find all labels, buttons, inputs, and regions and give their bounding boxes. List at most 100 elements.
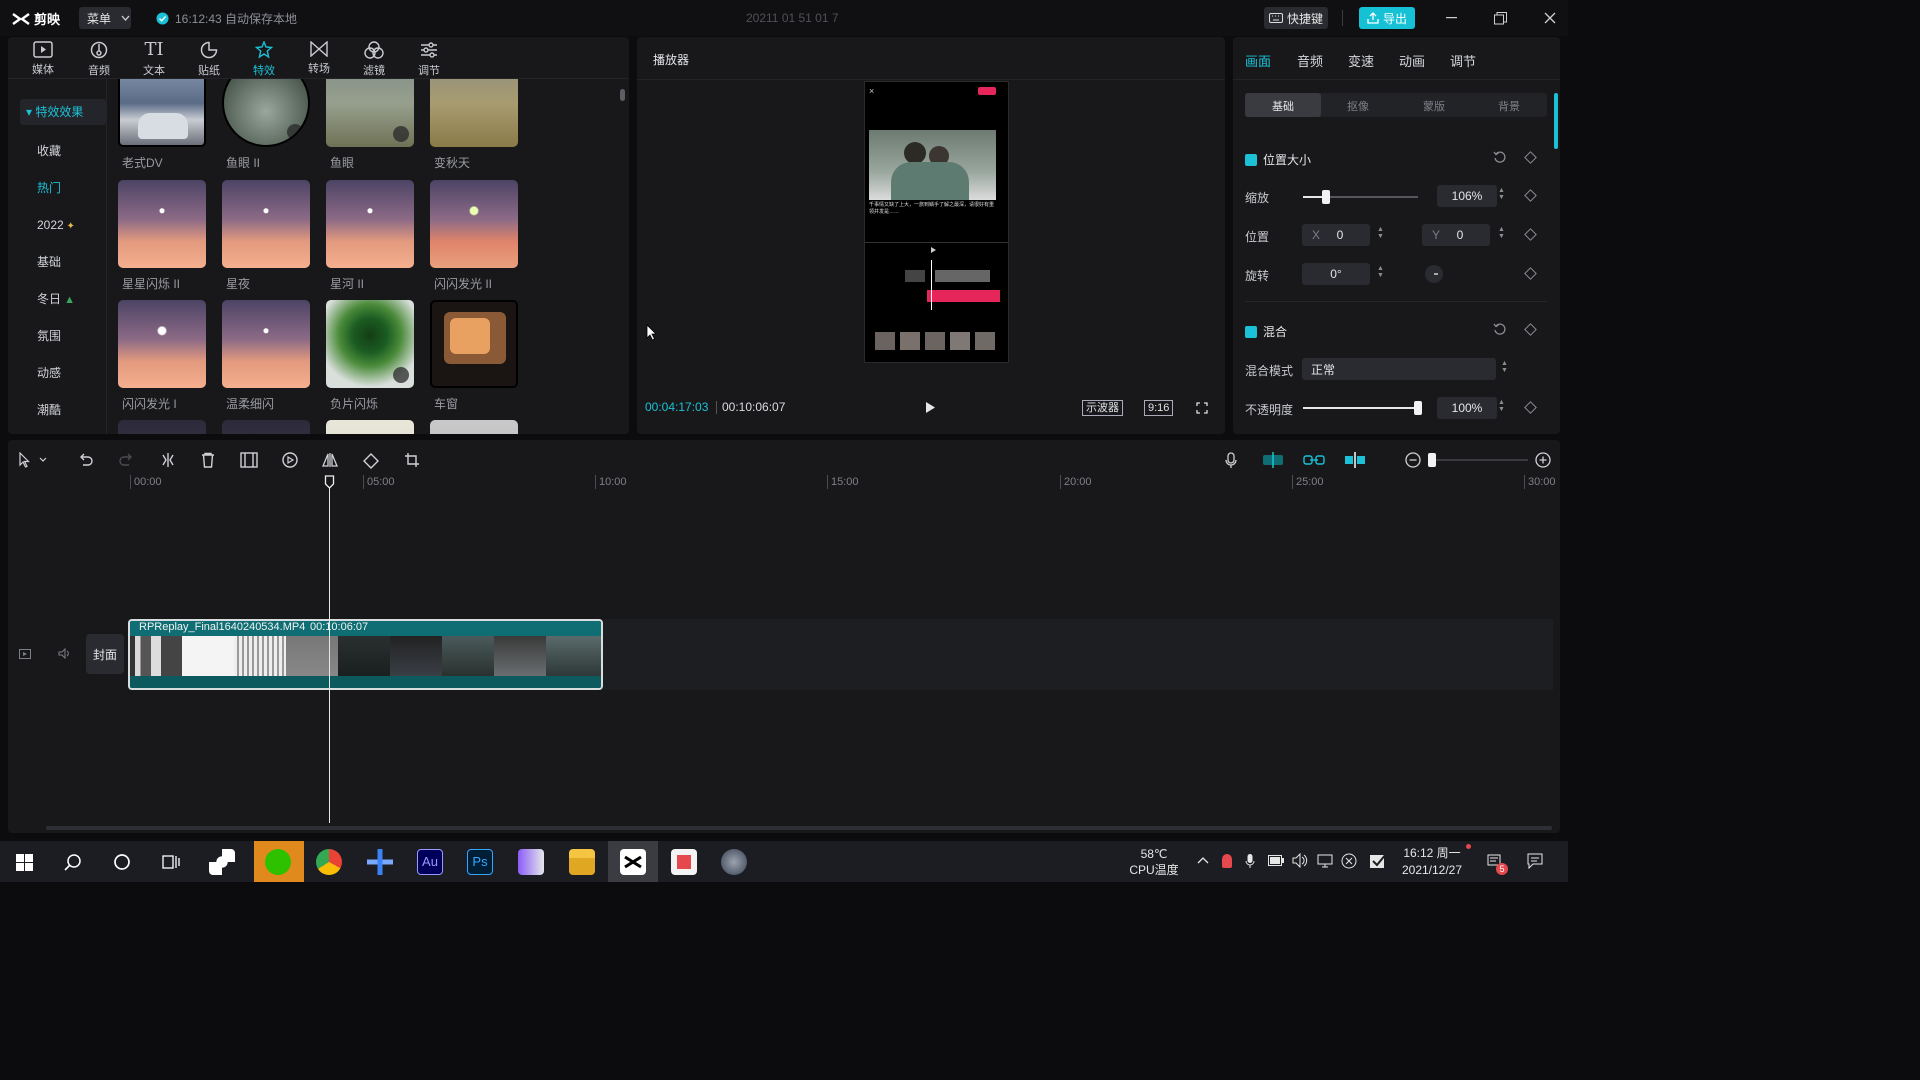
toolbar-sticker[interactable]: 贴纸 — [187, 41, 231, 78]
app-icon[interactable] — [721, 849, 747, 875]
checkbox-tray-icon[interactable] — [1369, 853, 1387, 869]
effect-thumb[interactable] — [222, 300, 310, 388]
play-icon[interactable] — [925, 401, 936, 414]
scale-slider-knob[interactable] — [1322, 190, 1330, 204]
tab-adjust[interactable]: 调节 — [1450, 51, 1476, 70]
toolbar-text[interactable]: TI 文本 — [132, 41, 176, 78]
undo-icon[interactable] — [78, 452, 94, 468]
playhead[interactable] — [329, 478, 330, 823]
rotate-dial-icon[interactable] — [1424, 264, 1444, 284]
volume-icon[interactable] — [1292, 853, 1308, 868]
audition-icon[interactable]: Au — [417, 849, 443, 875]
effect-thumb[interactable] — [430, 180, 518, 268]
battery-icon[interactable] — [1268, 855, 1284, 866]
stepper-icon[interactable]: ▲ ▼ — [1501, 360, 1509, 374]
chevron-up-icon[interactable] — [1197, 856, 1209, 864]
stepper-icon[interactable]: ▲ ▼ — [1377, 226, 1385, 240]
effect-thumb[interactable] — [222, 420, 310, 434]
effect-thumb[interactable] — [118, 300, 206, 388]
tab-audio[interactable]: 音频 — [1297, 51, 1323, 70]
cortana-icon[interactable] — [113, 853, 131, 871]
subtab-basic[interactable]: 基础 — [1272, 98, 1294, 114]
effect-thumb[interactable] — [430, 79, 518, 147]
scope-button[interactable]: 示波器 — [1082, 400, 1123, 416]
effect-thumb[interactable] — [326, 300, 414, 388]
blocked-icon[interactable] — [1341, 853, 1357, 869]
tab-animation[interactable]: 动画 — [1399, 51, 1425, 70]
main-track-magnet-icon[interactable] — [1262, 452, 1284, 468]
redo-icon[interactable] — [118, 452, 134, 468]
mirror-icon[interactable] — [322, 452, 338, 468]
link-icon[interactable] — [1303, 452, 1325, 468]
microphone-icon[interactable] — [1245, 853, 1255, 869]
track-visibility-icon[interactable] — [19, 649, 31, 659]
toolbar-adjust[interactable]: 调节 — [407, 41, 451, 78]
reset-icon[interactable] — [1493, 151, 1506, 164]
split-icon[interactable] — [160, 452, 176, 468]
app-icon[interactable] — [367, 849, 393, 875]
scrollbar[interactable] — [620, 89, 625, 101]
effect-thumb[interactable] — [222, 79, 310, 147]
select-tool-icon[interactable] — [18, 452, 48, 468]
crop-icon[interactable] — [404, 452, 420, 468]
effect-thumb[interactable] — [326, 79, 414, 147]
position-y-input[interactable]: Y0 — [1422, 224, 1490, 246]
zoom-slider-track[interactable] — [1428, 459, 1528, 461]
zoom-in-icon[interactable] — [1535, 452, 1551, 468]
download-icon[interactable] — [287, 124, 303, 140]
keyframe-icon[interactable] — [1524, 401, 1537, 414]
checkbox-checked-icon[interactable] — [1245, 325, 1257, 338]
subtab-background[interactable]: 背景 — [1498, 98, 1520, 114]
file-explorer-icon[interactable] — [569, 849, 595, 875]
blend-mode-select[interactable]: 正常 — [1302, 358, 1496, 380]
microphone-icon[interactable] — [1225, 452, 1237, 469]
app-icon[interactable] — [671, 849, 697, 875]
app-icon[interactable] — [518, 849, 544, 875]
toolbar-transition[interactable]: 转场 — [297, 41, 341, 76]
effect-thumb[interactable] — [118, 180, 206, 268]
capcut-taskbar-icon[interactable] — [620, 849, 646, 875]
keyframe-icon[interactable] — [1524, 228, 1537, 241]
rotate-icon[interactable] — [362, 452, 380, 470]
windows-start-icon[interactable] — [16, 854, 33, 871]
clock-date[interactable]: 2021/12/27 — [1396, 863, 1468, 878]
clock-time[interactable]: 16:12 周一 — [1396, 846, 1468, 861]
keyframe-icon[interactable] — [1524, 323, 1537, 336]
reset-icon[interactable] — [1493, 323, 1506, 336]
effect-thumb[interactable] — [222, 180, 310, 268]
zoom-out-icon[interactable] — [1405, 452, 1421, 468]
close-icon[interactable] — [1544, 12, 1556, 24]
shortcut-button[interactable]: 快捷键 — [1264, 7, 1328, 29]
menu-button[interactable]: 菜单 — [79, 7, 131, 29]
effect-thumb[interactable] — [430, 420, 518, 434]
chrome-icon[interactable] — [316, 849, 342, 875]
tab-picture[interactable]: 画面 — [1245, 51, 1271, 70]
ratio-button[interactable]: 9:16 — [1144, 400, 1174, 416]
keyframe-icon[interactable] — [1524, 151, 1537, 164]
effect-thumb[interactable] — [326, 420, 414, 434]
tray-app-icon[interactable] — [1222, 854, 1232, 868]
stepper-icon[interactable]: ▲ ▼ — [1498, 226, 1506, 240]
effect-thumb[interactable] — [430, 300, 518, 388]
wechat-icon[interactable] — [265, 849, 291, 875]
checkbox-checked-icon[interactable] — [1245, 153, 1257, 166]
stepper-icon[interactable]: ▲ ▼ — [1377, 265, 1385, 279]
section-blend[interactable]: 混合 — [1245, 323, 1287, 340]
freeze-frame-icon[interactable] — [240, 452, 258, 468]
opacity-input[interactable]: 100% — [1437, 397, 1497, 419]
toolbar-audio[interactable]: 音频 — [77, 41, 121, 78]
subtab-matting[interactable]: 抠像 — [1347, 98, 1369, 114]
preview-canvas[interactable]: × 千事情又缺了上大，一旅到鳞手了解之最深，请很好有重领并发是…… — [864, 81, 1009, 363]
photoshop-icon[interactable]: Ps — [467, 849, 493, 875]
minimize-icon[interactable] — [1446, 17, 1457, 19]
network-icon[interactable] — [1317, 854, 1333, 868]
search-icon[interactable] — [64, 853, 82, 871]
download-icon[interactable] — [393, 367, 409, 383]
toolbar-media[interactable]: 媒体 — [21, 41, 65, 77]
tab-speed[interactable]: 变速 — [1348, 51, 1374, 70]
keyframe-icon[interactable] — [1524, 267, 1537, 280]
scale-input[interactable]: 106% — [1437, 185, 1497, 207]
cover-button[interactable]: 封面 — [86, 634, 124, 674]
action-center-icon[interactable] — [1527, 853, 1543, 869]
playhead-handle-icon[interactable] — [324, 475, 335, 489]
